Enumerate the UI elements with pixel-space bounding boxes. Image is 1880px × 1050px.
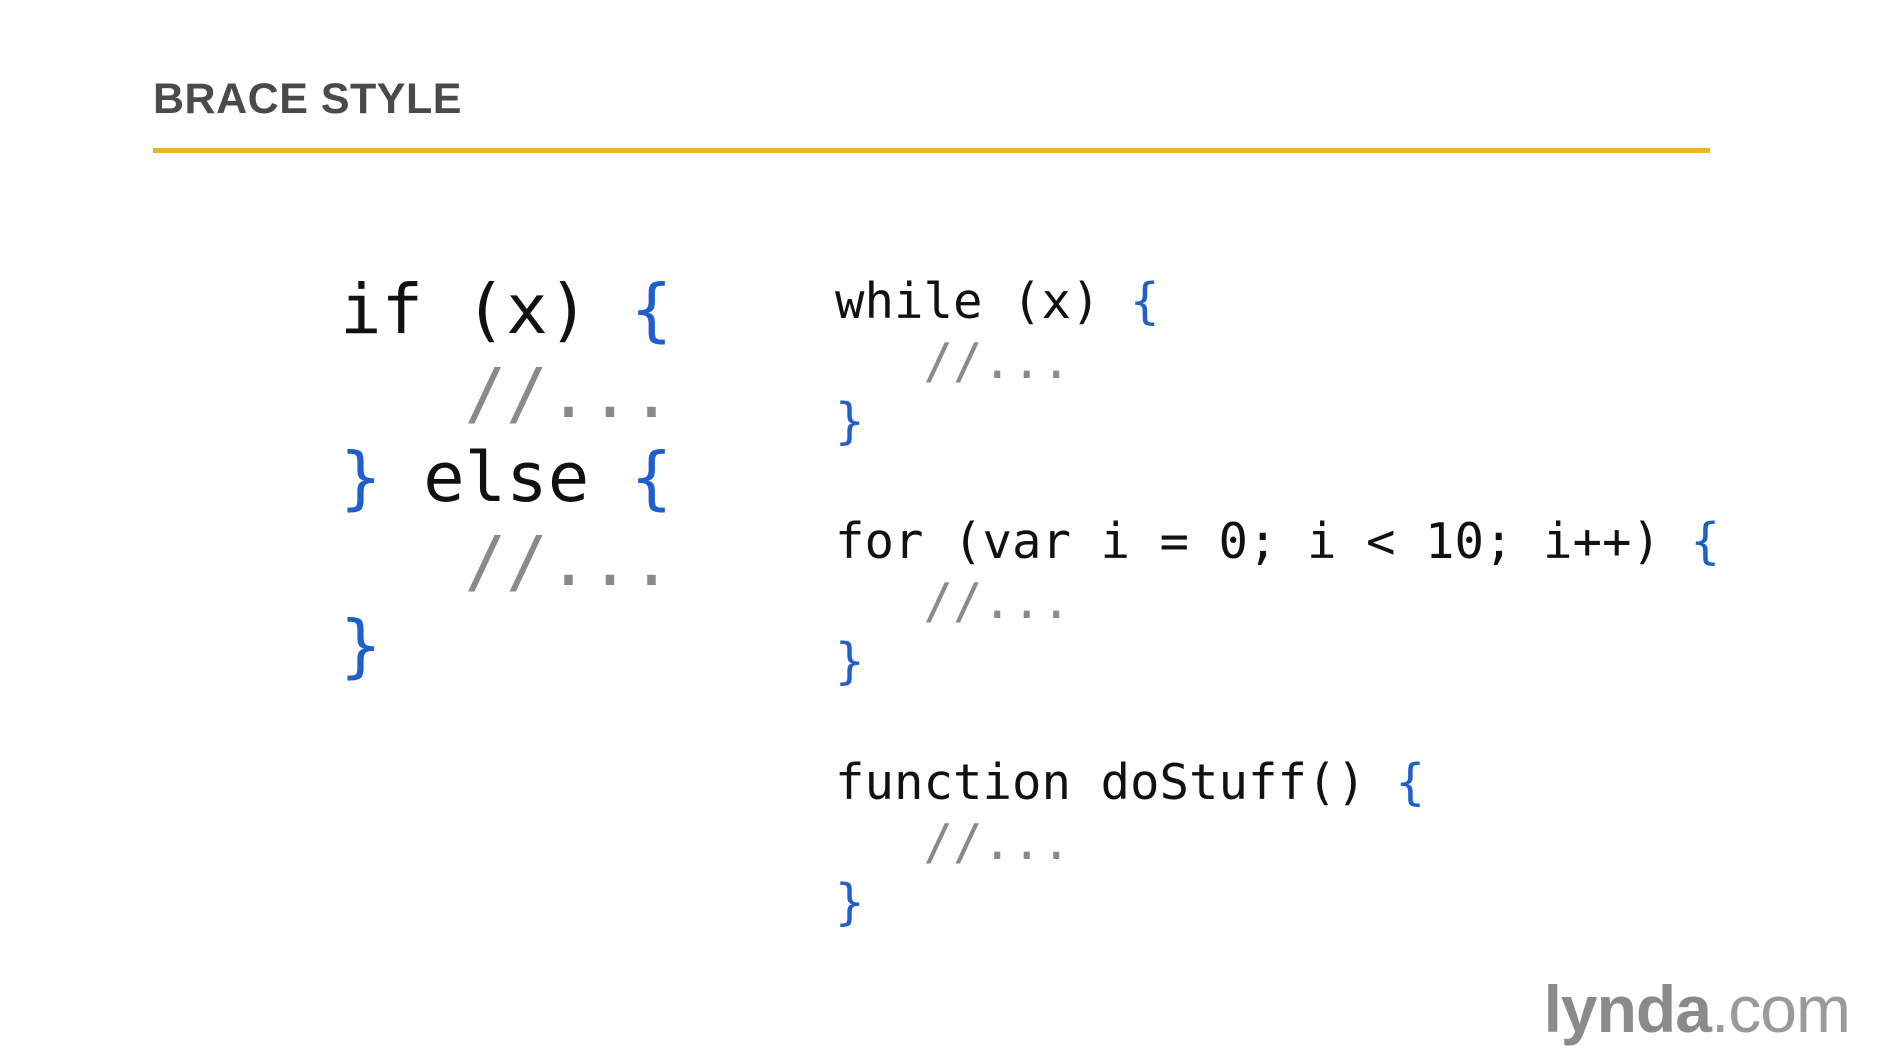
lynda-logo: lynda.com — [1544, 976, 1851, 1042]
close-brace: } — [340, 606, 382, 686]
code-text: function doStuff() — [835, 754, 1396, 811]
code-text: for (var i = 0; i < 10; i++) — [835, 513, 1691, 570]
close-brace: } — [835, 393, 865, 450]
if-else-code-block: if (x) { //...} else { //...} — [340, 268, 672, 688]
while-code-block: while (x) { //...} — [835, 272, 1160, 452]
slide-title: BRACE STYLE — [153, 75, 462, 123]
logo-brand: lynda — [1543, 972, 1712, 1046]
code-line: while (x) { — [835, 272, 1160, 332]
code-text: else — [381, 438, 631, 518]
code-line: for (var i = 0; i < 10; i++) { — [835, 512, 1720, 572]
close-brace: } — [340, 438, 382, 518]
code-comment: //... — [835, 814, 1072, 871]
close-brace: } — [835, 874, 865, 931]
slide: BRACE STYLE if (x) { //...} else { //...… — [0, 0, 1880, 1050]
code-comment: //... — [835, 333, 1072, 390]
code-line: } else { — [340, 436, 672, 520]
code-line: if (x) { — [340, 268, 672, 352]
open-brace: { — [1395, 754, 1426, 811]
open-brace: { — [1690, 513, 1721, 570]
code-line: function doStuff() { — [835, 753, 1425, 813]
code-comment: //... — [340, 354, 673, 434]
logo-tld: .com — [1710, 972, 1851, 1046]
close-brace: } — [835, 633, 865, 690]
title-underline — [153, 148, 1710, 153]
open-brace: { — [630, 270, 673, 350]
open-brace: { — [1130, 273, 1160, 330]
code-comment: //... — [835, 573, 1072, 630]
code-text: while (x) — [835, 273, 1131, 330]
code-text: if (x) — [340, 270, 631, 350]
for-code-block: for (var i = 0; i < 10; i++) { //...} — [835, 512, 1720, 692]
code-comment: //... — [340, 522, 673, 602]
open-brace: { — [630, 438, 673, 518]
function-code-block: function doStuff() { //...} — [835, 753, 1425, 933]
